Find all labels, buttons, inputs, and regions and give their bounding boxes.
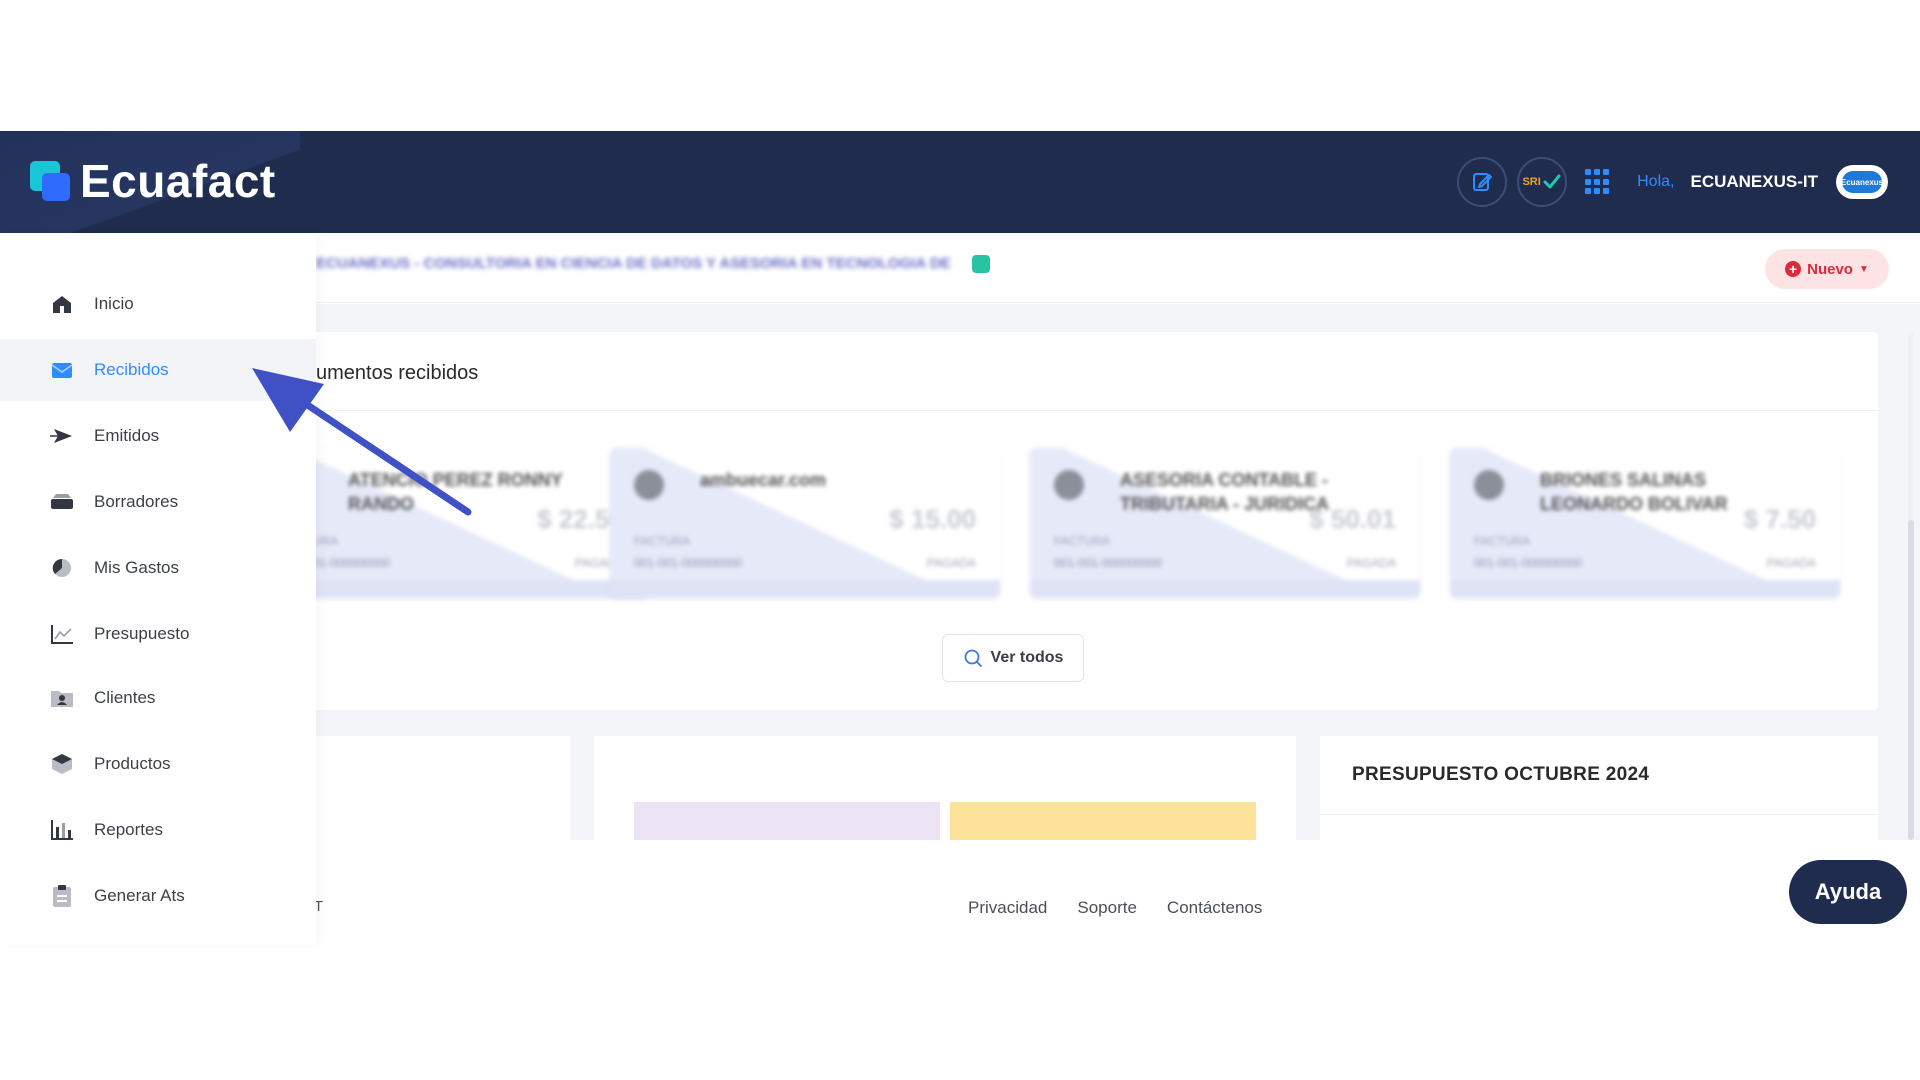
issuer-avatar <box>1474 470 1504 500</box>
avatar-logo: Ecuanexus <box>1841 171 1883 193</box>
logo-icon <box>30 161 70 201</box>
check-icon <box>1543 174 1561 189</box>
sidebar-item-label: Reportes <box>94 820 163 839</box>
summary-card <box>300 736 570 840</box>
document-amount: $ 50.01 <box>1309 504 1396 534</box>
box-icon <box>50 752 74 776</box>
recibidos-card-title: umentos recibidos <box>316 362 479 384</box>
document-type: FACTURA <box>1054 534 1111 548</box>
copy-icon[interactable] <box>972 255 990 273</box>
chevron-down-icon: ▼ <box>1858 263 1869 275</box>
footer-link-contactenos[interactable]: Contáctenos <box>1167 898 1262 918</box>
document-amount: $ 15.00 <box>889 504 976 534</box>
document-status: PAGADA <box>1766 556 1816 570</box>
document-card[interactable]: ambuecar.com $ 15.00 FACTURA 001-001-000… <box>610 448 1000 598</box>
username-label[interactable]: ECUANEXUS-IT <box>1690 172 1818 192</box>
brand-name: Ecuafact <box>80 155 276 207</box>
sidebar-item-label: Generar Ats <box>94 886 185 905</box>
sidebar-item-label: Recibidos <box>94 360 169 379</box>
document-card[interactable]: BRIONES SALINAS LEONARDO BOLIVAR $ 7.50 … <box>1450 448 1840 598</box>
document-card[interactable]: ATENCIO PEREZ RONNY RANDO $ 22.50 FACTUR… <box>258 448 648 598</box>
document-number: 001-001-000000000 <box>1474 556 1583 570</box>
sri-check-button[interactable]: SRI <box>1517 157 1568 207</box>
scrollbar-thumb[interactable] <box>1908 520 1914 840</box>
issuer-avatar <box>634 470 664 500</box>
inbox-tray-icon <box>50 490 74 514</box>
document-number: 001-001-000000000 <box>1054 556 1163 570</box>
document-status: PAGADA <box>926 556 976 570</box>
sidebar-item-label: Productos <box>94 754 171 773</box>
sidebar-item-emitidos[interactable]: Emitidos <box>0 405 316 467</box>
document-type: FACTURA <box>634 534 691 548</box>
sidebar-item-label: Emitidos <box>94 426 160 445</box>
sidebar-item-label: Clientes <box>94 688 156 707</box>
card-divider <box>300 410 1878 411</box>
clipboard-icon <box>50 884 74 908</box>
document-card[interactable]: ASESORIA CONTABLE - TRIBUTARIA - JURIDIC… <box>1030 448 1420 598</box>
sidebar-item-inicio[interactable]: Inicio <box>0 273 316 335</box>
presupuesto-title: PRESUPUESTO OCTUBRE 2024 <box>1352 764 1650 785</box>
line-chart-icon <box>50 622 74 646</box>
bar-chart-icon <box>50 818 74 842</box>
nuevo-button[interactable]: + Nuevo ▼ <box>1765 249 1889 289</box>
document-amount: $ 7.50 <box>1743 504 1816 534</box>
apps-grid-icon[interactable] <box>1585 169 1611 195</box>
presupuesto-card: PRESUPUESTO OCTUBRE 2024 <box>1320 736 1878 840</box>
edit-document-button[interactable] <box>1457 157 1508 207</box>
app-window: Ecuafact SRI Hola, ECUANEXUS-IT Ecuanexu… <box>0 0 1920 1080</box>
sidebar-item-recibidos[interactable]: Recibidos <box>0 339 316 401</box>
ver-todos-label: Ver todos <box>990 649 1064 666</box>
nuevo-label: Nuevo <box>1807 260 1853 278</box>
contacts-folder-icon <box>50 686 74 710</box>
sidebar: Inicio Recibidos Emitidos Borradores Mis… <box>0 233 316 945</box>
sidebar-item-label: Presupuesto <box>94 624 190 643</box>
document-status: PAGADA <box>1346 556 1396 570</box>
document-type: FACTURA <box>1474 534 1531 548</box>
plus-icon: + <box>1785 261 1802 277</box>
issuer-avatar <box>1054 470 1084 500</box>
chart-block <box>950 802 1256 840</box>
footer-links: Privacidad Soporte Contáctenos <box>968 898 1262 918</box>
document-number: 001-001-000000000 <box>634 556 743 570</box>
sidebar-item-label: Inicio <box>94 294 134 313</box>
footer-link-privacidad[interactable]: Privacidad <box>968 898 1047 918</box>
sidebar-item-reportes[interactable]: Reportes <box>0 799 316 861</box>
card-divider <box>1320 814 1878 815</box>
avatar[interactable]: Ecuanexus <box>1836 165 1888 199</box>
sidebar-item-label: Mis Gastos <box>94 558 180 577</box>
mail-icon <box>50 358 74 382</box>
sidebar-item-presupuesto[interactable]: Presupuesto <box>0 603 316 665</box>
sidebar-item-label: Borradores <box>94 492 179 511</box>
sidebar-item-borradores[interactable]: Borradores <box>0 471 316 533</box>
recibidos-card: umentos recibidos ATENCIO PEREZ RONNY RA… <box>258 332 1878 710</box>
chart-card <box>594 736 1296 840</box>
top-header: Ecuafact SRI Hola, ECUANEXUS-IT Ecuanexu… <box>0 131 1920 233</box>
brand-logo[interactable]: Ecuafact <box>30 155 276 207</box>
footer-link-soporte[interactable]: Soporte <box>1077 898 1137 918</box>
ver-todos-button[interactable]: Ver todos <box>942 634 1084 682</box>
pie-chart-icon <box>50 556 74 580</box>
header-actions: SRI Hola, ECUANEXUS-IT Ecuanexus <box>1457 157 1888 207</box>
greeting-text: Hola, <box>1637 173 1675 190</box>
send-icon <box>50 424 74 448</box>
document-issuer: ambuecar.com <box>700 470 827 490</box>
ayuda-help-button[interactable]: Ayuda <box>1789 860 1907 924</box>
sidebar-item-generar-ats[interactable]: Generar Ats <box>0 865 316 927</box>
edit-icon <box>1473 173 1493 191</box>
sidebar-item-mis-gastos[interactable]: Mis Gastos <box>0 537 316 599</box>
home-icon <box>50 292 74 316</box>
chart-block <box>634 802 940 840</box>
sidebar-item-clientes[interactable]: Clientes <box>0 667 316 729</box>
search-icon <box>964 649 982 667</box>
sidebar-item-productos[interactable]: Productos <box>0 733 316 795</box>
company-breadcrumb: ECUANEXUS - CONSULTORIA EN CIENCIA DE DA… <box>316 255 956 272</box>
sri-badge: SRI <box>1522 176 1541 188</box>
